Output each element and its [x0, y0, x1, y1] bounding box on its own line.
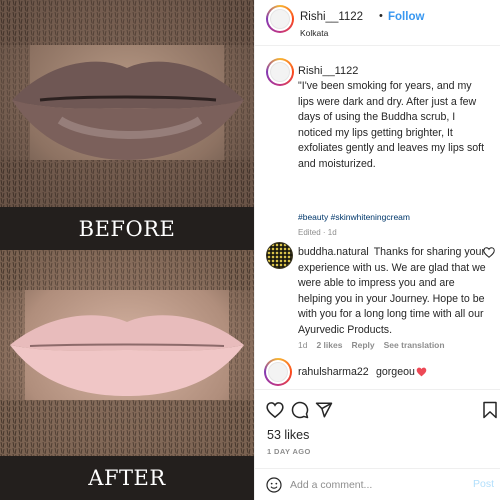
- heart-icon[interactable]: [266, 401, 284, 419]
- author-avatar[interactable]: [266, 5, 294, 33]
- author-username[interactable]: Rishi__1122: [300, 11, 363, 23]
- after-lips-photo: [0, 250, 254, 456]
- post-comment-button[interactable]: Post: [473, 478, 494, 490]
- caption-username[interactable]: Rishi__1122: [298, 65, 358, 77]
- post-sidebar: Rishi__1122 • Follow Kolkata Rishi__1122…: [254, 0, 500, 500]
- likes-count[interactable]: 53 likes: [267, 428, 309, 442]
- follow-button[interactable]: Follow: [388, 11, 424, 23]
- caption-hashtags[interactable]: #beauty #skinwhiteningcream: [298, 212, 410, 222]
- comment-likes[interactable]: 2 likes: [316, 340, 342, 350]
- comment-meta: 1d 2 likes Reply See translation: [298, 340, 445, 350]
- caption-avatar[interactable]: [266, 58, 294, 86]
- actions-divider: [255, 389, 500, 390]
- see-translation-button[interactable]: See translation: [384, 340, 445, 350]
- after-label: AFTER: [88, 466, 166, 490]
- comment-age: 1d: [298, 340, 308, 350]
- comment-username[interactable]: buddha.natural: [298, 246, 369, 258]
- share-icon[interactable]: [315, 401, 333, 419]
- comment-text: gorgeou: [376, 366, 415, 378]
- post-image[interactable]: BEFORE AFTER: [0, 0, 254, 500]
- red-heart-emoji-icon: [416, 367, 427, 377]
- comment: buddha.natural Thanks for sharing your ex…: [298, 245, 486, 338]
- emoji-icon[interactable]: [266, 477, 282, 493]
- header-separator: •: [379, 10, 383, 22]
- after-label-band: AFTER: [0, 456, 254, 500]
- add-comment-divider: [255, 468, 500, 469]
- add-comment-input[interactable]: [290, 477, 460, 493]
- before-label-band: BEFORE: [0, 207, 254, 250]
- post-location[interactable]: Kolkata: [300, 28, 328, 38]
- comment-avatar[interactable]: [264, 358, 292, 386]
- post-time: 1 DAY AGO: [267, 447, 311, 456]
- caption-text: "I've been smoking for years, and my lip…: [298, 80, 485, 170]
- before-lips-photo: [0, 0, 254, 207]
- caption-edited: Edited · 1d: [298, 228, 337, 237]
- comment-text: Thanks for sharing your experience with …: [298, 246, 486, 336]
- post-header: Rishi__1122 • Follow Kolkata: [255, 0, 500, 46]
- comment-username[interactable]: rahulsharma22: [298, 366, 369, 378]
- comment-avatar[interactable]: [266, 242, 293, 269]
- before-label: BEFORE: [78, 216, 176, 241]
- reply-button[interactable]: Reply: [351, 340, 374, 350]
- bookmark-icon[interactable]: [481, 401, 499, 419]
- comment-icon[interactable]: [291, 401, 309, 419]
- comment-like-heart-icon[interactable]: [483, 247, 495, 258]
